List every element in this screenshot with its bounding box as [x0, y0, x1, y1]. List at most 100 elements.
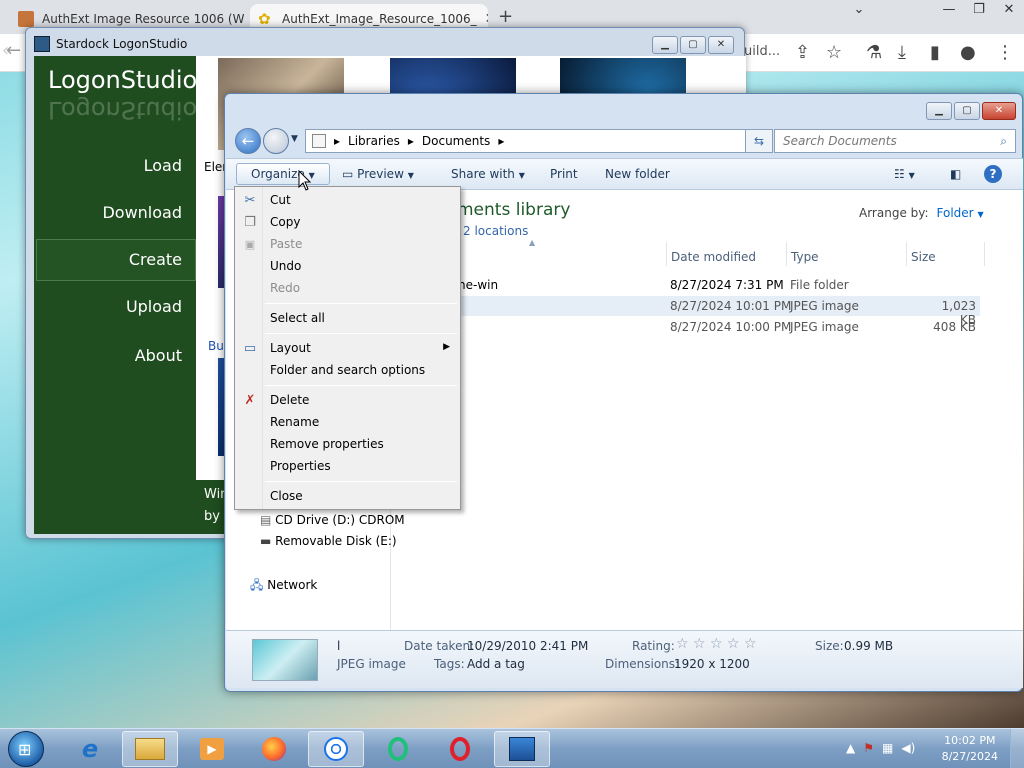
show-hidden-icons-icon[interactable]: ▲	[846, 741, 855, 755]
back-button[interactable]: ←	[235, 128, 261, 154]
preview-button[interactable]: ▭ Preview ▼	[342, 167, 414, 181]
taskbar-ie[interactable]: e	[62, 731, 118, 767]
file-row[interactable]: ne-win 8/27/2024 7:31 PM File folder	[392, 278, 980, 298]
nav-removable-disk[interactable]: ▬ Removable Disk (E:)	[260, 534, 397, 548]
help-icon[interactable]: ?	[984, 165, 1002, 183]
print-button[interactable]: Print	[550, 167, 578, 181]
logonstudio-icon	[509, 737, 535, 761]
organize-menu: ✂ Cut ❐ Copy ▣ Paste Undo Redo Select al…	[234, 186, 461, 510]
nav-create[interactable]: Create	[42, 250, 182, 269]
new-tab-button[interactable]: +	[498, 6, 513, 27]
maximize-button[interactable]: ❐	[964, 0, 994, 34]
taskbar-firefox[interactable]	[246, 731, 302, 767]
tab-search-icon[interactable]: ⌄	[844, 0, 874, 34]
share-icon[interactable]: ⇪	[795, 42, 810, 63]
bookmark-star-icon[interactable]: ☆	[826, 42, 842, 63]
new-folder-button[interactable]: New folder	[605, 167, 670, 181]
menu-item-cut[interactable]: Cut	[270, 193, 291, 207]
file-type: JPEG image	[790, 320, 859, 334]
minimize-button[interactable]: ▁	[652, 36, 678, 54]
column-header-type[interactable]: Type	[791, 250, 819, 264]
column-header-date-modified[interactable]: Date modified	[671, 250, 756, 264]
share-with-button[interactable]: Share with ▼	[451, 167, 525, 181]
logo-reflection: LogonStudio	[48, 96, 198, 124]
close-button[interactable]: ✕	[994, 0, 1024, 34]
maximize-button[interactable]: ▢	[680, 36, 706, 54]
column-divider[interactable]	[906, 242, 907, 266]
arrange-by[interactable]: Arrange by: Folder ▼	[859, 206, 984, 220]
change-view-icon[interactable]: ☷ ▼	[894, 167, 915, 181]
nav-about[interactable]: About	[42, 346, 182, 365]
forward-button[interactable]	[263, 128, 289, 154]
refresh-button[interactable]: ⇆	[745, 129, 773, 153]
menu-item-rename[interactable]: Rename	[270, 415, 319, 429]
preview-pane-icon[interactable]: ◧	[950, 167, 961, 181]
nav-network[interactable]: 🖧 Network	[250, 576, 317, 597]
column-divider[interactable]	[984, 242, 985, 266]
search-icon[interactable]: ⌕	[1000, 134, 1007, 149]
maximize-button[interactable]: ▢	[954, 102, 980, 120]
taskbar-chrome[interactable]	[308, 731, 364, 767]
library-locations-link[interactable]: 2 locations	[463, 224, 528, 238]
network-status-icon[interactable]: ▦	[882, 741, 893, 755]
chevron-down-icon: ▼	[518, 171, 525, 180]
file-row[interactable]: 8/27/2024 10:01 PM JPEG image 1,023 KB	[392, 299, 980, 327]
address-bar[interactable]: ▸ Libraries ▸ Documents ▸ ▼	[305, 129, 765, 153]
taskbar-media-player[interactable]: ▶	[184, 731, 240, 767]
lab-flask-icon[interactable]: ⚗	[866, 42, 882, 63]
taskbar-opera[interactable]	[432, 731, 488, 767]
nav-cd-drive[interactable]: ▤ CD Drive (D:) CDROM	[260, 513, 405, 527]
breadcrumb-documents[interactable]: Documents	[422, 134, 490, 148]
tags-value[interactable]: Add a tag	[467, 657, 525, 671]
minimize-button[interactable]: —	[934, 0, 964, 34]
close-button[interactable]: ✕	[982, 102, 1016, 120]
column-divider[interactable]	[666, 242, 667, 266]
file-row[interactable]: 8/27/2024 10:00 PM JPEG image 408 KB	[392, 320, 980, 340]
menu-item-remove-properties[interactable]: Remove properties	[270, 437, 384, 451]
recent-pages-dropdown-icon[interactable]: ▼	[291, 134, 298, 144]
menu-item-properties[interactable]: Properties	[270, 459, 331, 473]
nav-load[interactable]: Load	[42, 156, 182, 175]
profile-avatar-icon[interactable]: ●	[960, 42, 976, 63]
minimize-button[interactable]: ▁	[926, 102, 952, 120]
menu-item-select-all[interactable]: Select all	[270, 311, 325, 325]
side-panel-icon[interactable]: ▮	[930, 42, 940, 63]
nav-upload[interactable]: Upload	[42, 297, 182, 316]
action-center-icon[interactable]: ⚑	[863, 741, 874, 755]
breadcrumb-libraries[interactable]: Libraries	[348, 134, 400, 148]
arrange-by-value[interactable]: Folder	[937, 206, 974, 220]
more-menu-icon[interactable]: ⋮	[996, 42, 1014, 63]
breadcrumb-separator-icon[interactable]: ▸	[408, 134, 414, 148]
column-header-size[interactable]: Size	[911, 250, 936, 264]
menu-item-undo[interactable]: Undo	[270, 259, 301, 273]
start-button[interactable]: ⊞	[8, 731, 44, 767]
nav-download[interactable]: Download	[42, 203, 182, 222]
menu-item-layout[interactable]: Layout	[270, 341, 311, 355]
file-date: 8/27/2024 10:00 PM	[670, 320, 792, 334]
column-divider[interactable]	[786, 242, 787, 266]
taskbar-logonstudio[interactable]	[494, 731, 550, 767]
menu-item-folder-search-options[interactable]: Folder and search options	[270, 363, 425, 377]
breadcrumb-separator-icon[interactable]: ▸	[334, 134, 340, 148]
menu-item-redo: Redo	[270, 281, 301, 295]
close-button[interactable]: ✕	[708, 36, 734, 54]
show-desktop-button[interactable]	[1010, 729, 1024, 768]
search-input[interactable]: Search Documents ⌕	[774, 129, 1016, 153]
menu-item-copy[interactable]: Copy	[270, 215, 300, 229]
chevron-down-icon: ▼	[407, 171, 414, 180]
file-date: 8/27/2024 10:01 PM	[670, 299, 792, 313]
rating-stars[interactable]: ☆ ☆ ☆ ☆ ☆	[676, 636, 757, 652]
download-icon[interactable]: ⤓	[898, 42, 906, 63]
menu-item-delete[interactable]: Delete	[270, 393, 309, 407]
taskbar-file-explorer[interactable]	[122, 731, 178, 767]
menu-item-close[interactable]: Close	[270, 489, 303, 503]
address-bar-fragment[interactable]: uild...	[744, 44, 780, 59]
system-clock[interactable]: 10:02 PM 8/27/2024	[942, 733, 998, 765]
taskbar-opera-gx[interactable]	[370, 731, 426, 767]
breadcrumb-separator-icon[interactable]: ▸	[498, 134, 504, 148]
organize-button[interactable]: Organize ▼	[236, 163, 330, 185]
close-tab-icon[interactable]: ✕	[485, 11, 488, 27]
date-taken-value[interactable]: 10/29/2010 2:41 PM	[467, 639, 588, 653]
back-arrow-icon[interactable]: ‹	[2, 40, 9, 61]
volume-icon[interactable]: ◀)	[901, 741, 915, 755]
